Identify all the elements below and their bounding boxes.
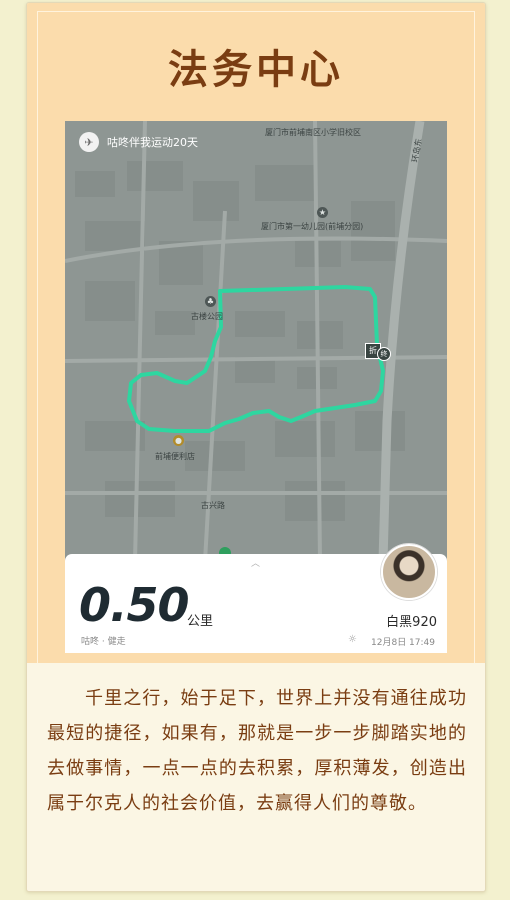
divider (37, 11, 475, 12)
run-screenshot: ✈ 咕咚伴我运动20天 厦门市前埔南区小学旧校区 ★ 厦门市第一幼儿园(前埔分园… (65, 121, 447, 653)
stats-panel: ︿ 0.50 公里 咕咚 · 健走 白黑920 ☼ 12月8日 17:49 (65, 544, 447, 653)
poi-label: 古楼公园 (191, 312, 223, 321)
activity-type: 咕咚 · 健走 (81, 637, 126, 647)
divider (474, 11, 475, 663)
route-map (65, 121, 447, 561)
header-panel: 法务中心 ✈ 咕咚伴我运动20天 厦门市前埔南区小学旧校区 ★ 厦门市第一幼儿园… (27, 3, 485, 663)
app-slogan: 咕咚伴我运动20天 (107, 136, 198, 149)
app-header: ✈ 咕咚伴我运动20天 (79, 131, 198, 153)
shop-icon: ● (173, 435, 184, 446)
body-paragraph: 千里之行，始于足下，世界上并没有通往成功最短的捷径，如果有，那就是一步一步脚踏实… (47, 688, 467, 814)
divider (37, 11, 38, 663)
article-card: 法务中心 ✈ 咕咚伴我运动20天 厦门市前埔南区小学旧校区 ★ 厦门市第一幼儿园… (26, 2, 486, 892)
end-marker: 终 (377, 347, 391, 361)
park-icon: ♣ (205, 296, 216, 307)
timestamp: 12月8日 17:49 (371, 638, 435, 648)
street-label: 古兴路 (201, 501, 225, 510)
page-title: 法务中心 (168, 47, 344, 93)
poi-label: 前埔便利店 (155, 452, 195, 461)
poi-label: 厦门市第一幼儿园(前埔分园) (261, 222, 364, 231)
sun-icon: ☼ (348, 634, 357, 645)
avatar[interactable] (381, 544, 437, 600)
distance-unit: 公里 (187, 614, 214, 629)
poi-icon: ★ (317, 207, 328, 218)
poi-label: 厦门市前埔南区小学旧校区 (265, 128, 361, 137)
bird-icon: ✈ (79, 132, 99, 152)
username: 白黑920 (386, 615, 437, 630)
distance-value: 0.50 (79, 578, 189, 632)
chevron-up-icon[interactable]: ︿ (251, 556, 260, 569)
